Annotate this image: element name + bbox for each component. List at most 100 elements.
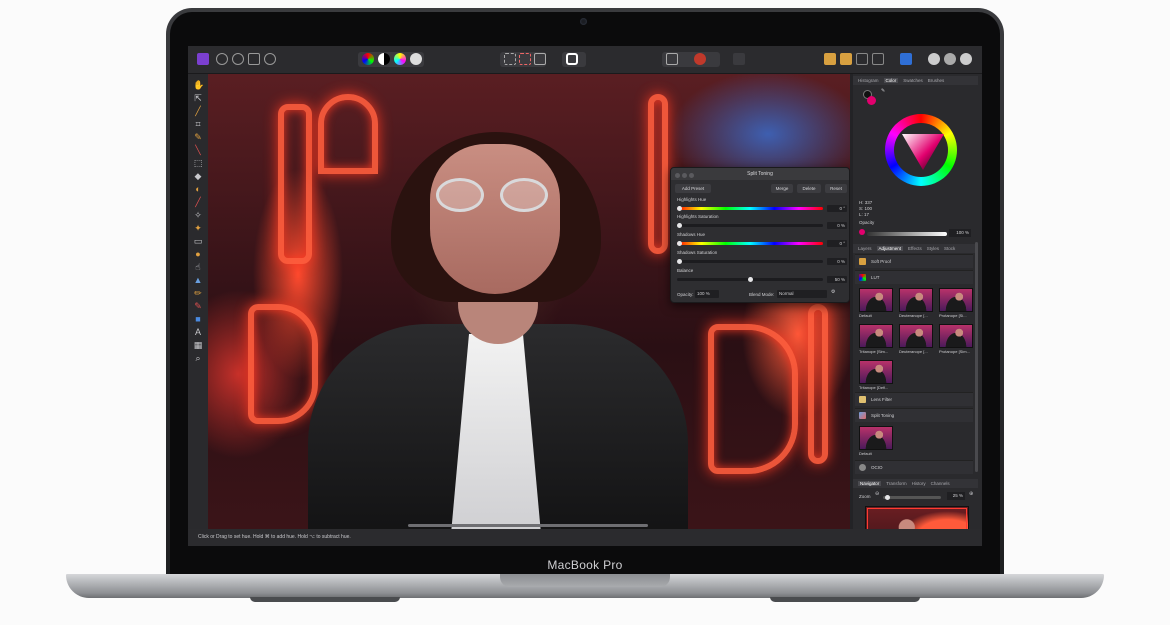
tab-styles[interactable]: Styles [927, 246, 939, 251]
lut-preset-thumb[interactable] [859, 360, 893, 384]
persona-photo-icon[interactable] [216, 53, 228, 65]
align-icon[interactable] [666, 53, 678, 65]
reset-button[interactable]: Reset [825, 184, 847, 193]
tab-histogram[interactable]: Histogram [858, 78, 879, 83]
lut-preset-thumb[interactable] [899, 288, 933, 312]
shadows-saturation-field[interactable]: 0 % [827, 258, 847, 265]
auto-white-balance-icon[interactable] [410, 53, 422, 65]
brush-icon[interactable]: ╱ [193, 106, 203, 116]
zoom-slider[interactable] [883, 495, 941, 500]
adjustment-soft-proof[interactable]: Soft Proof [855, 254, 973, 268]
pencil-icon[interactable]: ✏ [193, 288, 203, 298]
marquee-icon[interactable]: ⬚ [193, 158, 203, 168]
tab-swatches[interactable]: Swatches [903, 78, 923, 83]
preferences-icon[interactable] [960, 53, 972, 65]
balance-slider[interactable] [677, 277, 823, 282]
move-icon[interactable]: ⇱ [193, 93, 203, 103]
slider-thumb[interactable] [885, 495, 890, 500]
lut-preset-thumb[interactable] [859, 324, 893, 348]
order-front-icon[interactable] [872, 53, 884, 65]
frame-icon[interactable]: ▦ [193, 340, 203, 350]
delete-button[interactable]: Delete [797, 184, 821, 193]
zoom-field[interactable]: 25 % [947, 492, 965, 500]
highlights-saturation-field[interactable]: 0 % [827, 222, 847, 229]
tab-layers[interactable]: Layers [858, 246, 872, 251]
dodge-icon[interactable]: ● [193, 249, 203, 259]
highlights-saturation-slider[interactable] [677, 223, 823, 228]
slider-thumb[interactable] [677, 241, 682, 246]
balance-field[interactable]: 50 % [827, 276, 847, 283]
split-preset-thumb[interactable] [859, 426, 893, 450]
color-opacity-slider[interactable] [867, 232, 947, 236]
clone-icon[interactable]: ✦ [193, 223, 203, 233]
slider-thumb[interactable] [677, 206, 682, 211]
tab-stock[interactable]: Stock [944, 246, 955, 251]
paint-icon[interactable]: ╱ [193, 197, 203, 207]
zoom-out-icon[interactable]: ⊖ [875, 491, 879, 497]
blend-mode-select[interactable]: Normal [777, 290, 827, 298]
auto-colors-icon[interactable] [394, 53, 406, 65]
adjustment-split-toning[interactable]: Split Toning [855, 408, 973, 422]
tab-navigator[interactable]: Navigator [858, 481, 882, 486]
lut-preset-thumb[interactable] [939, 288, 973, 312]
tab-adjustment[interactable]: Adjustment [876, 246, 904, 251]
share-icon[interactable] [264, 53, 276, 65]
studio-link-icon[interactable] [928, 53, 940, 65]
eraser-icon[interactable]: ▭ [193, 236, 203, 246]
eyedropper-icon[interactable]: ✎ [881, 88, 885, 94]
highlights-hue-field[interactable]: 0 ° [827, 205, 847, 212]
slider-thumb[interactable] [677, 259, 682, 264]
crop-icon[interactable]: ⌗ [193, 119, 203, 129]
blur-icon[interactable]: ✎ [193, 301, 203, 311]
pen-icon[interactable]: ✎ [193, 132, 203, 142]
app-logo-icon[interactable] [197, 53, 209, 65]
text-icon[interactable]: A [193, 327, 203, 337]
eyedropper-icon[interactable]: ╲ [193, 145, 203, 155]
lut-preset-thumb[interactable] [899, 324, 933, 348]
hand-icon[interactable]: ✋ [193, 80, 204, 90]
color-picker-icon[interactable] [694, 53, 706, 65]
blend-options-gear-icon[interactable]: ⚙ [831, 289, 835, 295]
assistant-icon[interactable] [733, 53, 745, 65]
horizontal-scrollbar[interactable] [408, 524, 648, 527]
smudge-icon[interactable]: ☝ [193, 262, 203, 272]
sharpen-icon[interactable]: ▲ [193, 275, 203, 285]
adjustment-lut[interactable]: LUT [855, 270, 973, 284]
auto-contrast-icon[interactable] [378, 53, 390, 65]
tab-effects[interactable]: Effects [908, 246, 922, 251]
shape-icon[interactable]: ■ [193, 314, 203, 324]
slider-thumb[interactable] [748, 277, 753, 282]
tab-history[interactable]: History [912, 481, 926, 486]
zoom-in-icon[interactable]: ⊕ [969, 491, 973, 497]
retouch-icon[interactable]: ✧ [193, 210, 203, 220]
quick-mask-icon[interactable] [566, 53, 578, 65]
tab-brushes[interactable]: Brushes [928, 78, 945, 83]
lut-preset-thumb[interactable] [939, 324, 973, 348]
document-canvas[interactable]: Split Toning Add Preset Merge Delete Res… [208, 74, 850, 529]
deselect-icon[interactable] [519, 53, 531, 65]
tab-transform[interactable]: Transform [886, 481, 906, 486]
primary-color-swatch[interactable] [867, 96, 876, 105]
persona-develop-icon[interactable] [248, 53, 260, 65]
shadows-saturation-slider[interactable] [677, 259, 823, 264]
lut-preset-thumb[interactable] [859, 288, 893, 312]
tab-channels[interactable]: Channels [931, 481, 950, 486]
slider-thumb[interactable] [677, 223, 682, 228]
highlights-hue-slider[interactable] [677, 206, 823, 211]
auto-levels-icon[interactable] [362, 53, 374, 65]
color-opacity-field[interactable]: 100 % [949, 229, 971, 237]
snapping-options-icon[interactable] [840, 53, 852, 65]
zoom-icon[interactable]: ⌕ [193, 353, 203, 363]
window-controls[interactable] [675, 171, 696, 183]
invert-selection-icon[interactable] [534, 53, 546, 65]
snapping-icon[interactable] [824, 53, 836, 65]
order-back-icon[interactable] [856, 53, 868, 65]
select-rect-icon[interactable] [504, 53, 516, 65]
adjustment-ocio[interactable]: OCIO [855, 460, 973, 474]
merge-button[interactable]: Merge [771, 184, 793, 193]
view-mode-icon[interactable] [900, 53, 912, 65]
tab-color[interactable]: Color [883, 78, 899, 83]
adjustment-lens-filter[interactable]: Lens Filter [855, 392, 973, 406]
assistant-options-icon[interactable] [944, 53, 956, 65]
add-preset-button[interactable]: Add Preset [675, 184, 711, 193]
